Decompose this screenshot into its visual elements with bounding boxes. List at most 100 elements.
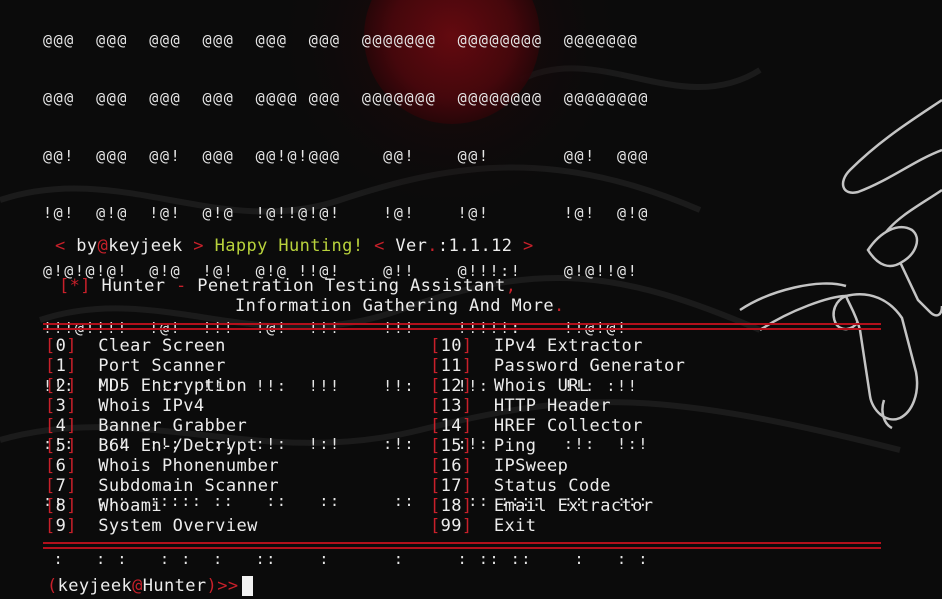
menu-item-label: Whoami xyxy=(98,496,163,516)
menu-item-number: 16 xyxy=(440,456,462,476)
menu-item-label: Whois Phonenumber xyxy=(98,456,279,476)
menu-item-number: 18 xyxy=(440,496,462,516)
info-gt: > xyxy=(193,236,204,256)
menu-item[interactable]: [18] Email Extractor xyxy=(430,496,653,516)
menu-bracket-close: ] xyxy=(461,336,473,356)
menu-item-label: Password Generator xyxy=(493,356,686,376)
menu-item-label: Subdomain Scanner xyxy=(98,476,279,496)
menu-item[interactable]: [13] HTTP Header xyxy=(430,396,611,416)
menu-bracket-open: [ xyxy=(45,396,56,416)
menu-item[interactable]: [17] Status Code xyxy=(430,476,611,496)
menu-bracket-open: [ xyxy=(430,496,441,516)
version-colon: : xyxy=(437,236,449,256)
menu-item[interactable]: [11] Password Generator xyxy=(430,356,685,376)
menu-bracket-close: ] xyxy=(461,416,473,436)
prompt-close: ) xyxy=(206,576,218,596)
menu-item[interactable]: [16] IPSweep xyxy=(430,456,568,476)
menu-item[interactable]: [15] Ping xyxy=(430,436,536,456)
app-title: [*] Hunter - Penetration Testing Assista… xyxy=(59,276,516,296)
author-name: keyjeek xyxy=(108,236,183,256)
menu-item-number: 1 xyxy=(55,356,67,376)
version-number: 1.1.12 xyxy=(448,236,513,256)
menu-item-number: 3 xyxy=(55,396,67,416)
menu-bracket-open: [ xyxy=(45,476,56,496)
menu-item-number: 9 xyxy=(55,516,67,536)
menu-item[interactable]: [99] Exit xyxy=(430,516,536,536)
menu-item-label: MD5 Encryption xyxy=(98,376,248,396)
prompt-arrows: >> xyxy=(217,576,239,596)
menu-bracket-close: ] xyxy=(461,516,473,536)
menu-item-number: 8 xyxy=(55,496,67,516)
banner-line: @@@ @@@ @@@ @@@ @@@@ @@@ @@@@@@@ @@@@@@@… xyxy=(43,89,649,108)
menu-bracket-close: ] xyxy=(66,356,77,376)
info-lt-2: < xyxy=(374,236,385,256)
title-dash: - xyxy=(176,276,187,296)
menu-item-number: 10 xyxy=(440,336,462,356)
menu-bracket-close: ] xyxy=(461,376,473,396)
menu-bracket-close: ] xyxy=(66,476,77,496)
menu-bracket-close: ] xyxy=(66,496,77,516)
title-marker: [*] xyxy=(59,276,91,296)
menu-item[interactable]: [14] HREF Collector xyxy=(430,416,643,436)
menu-item-label: HREF Collector xyxy=(493,416,643,436)
menu-item-number: 7 xyxy=(55,476,67,496)
command-prompt[interactable]: (keyjeek@Hunter)>> xyxy=(47,576,254,596)
menu-item-number: 4 xyxy=(55,416,67,436)
prompt-user: keyjeek xyxy=(57,576,133,596)
menu-bracket-open: [ xyxy=(45,436,56,456)
tagline: Happy Hunting! xyxy=(214,236,364,256)
menu-item[interactable]: [1] Port Scanner xyxy=(45,356,226,376)
menu-bracket-open: [ xyxy=(430,376,441,396)
title-name: Hunter xyxy=(101,276,166,296)
menu-item-number: 15 xyxy=(440,436,462,456)
menu-item[interactable]: [12] Whois URL xyxy=(430,376,590,396)
menu-bracket-open: [ xyxy=(45,496,56,516)
menu-bracket-close: ] xyxy=(66,516,77,536)
menu-item[interactable]: [8] Whoami xyxy=(45,496,162,516)
menu-item-label: Exit xyxy=(493,516,537,536)
menu-item-number: 17 xyxy=(440,476,462,496)
menu-item[interactable]: [2] MD5 Encryption xyxy=(45,376,247,396)
prompt-at: @ xyxy=(132,576,143,596)
menu-item[interactable]: [3] Whois IPv4 xyxy=(45,396,205,416)
menu-item[interactable]: [10] IPv4 Extractor xyxy=(430,336,643,356)
menu-item-label: Status Code xyxy=(493,476,611,496)
menu-item-number: 99 xyxy=(440,516,462,536)
menu-bracket-close: ] xyxy=(66,436,77,456)
menu-item[interactable]: [7] Subdomain Scanner xyxy=(45,476,279,496)
menu-bracket-close: ] xyxy=(66,416,77,436)
separator-bottom xyxy=(43,542,881,549)
prompt-host: Hunter xyxy=(142,576,207,596)
separator-top xyxy=(43,323,881,330)
menu-item[interactable]: [0] Clear Screen xyxy=(45,336,226,356)
menu-bracket-close: ] xyxy=(66,396,77,416)
info-line: < by@keyjeek > Happy Hunting! < Ver.:1.1… xyxy=(55,236,534,256)
menu-item-label: Whois IPv4 xyxy=(98,396,205,416)
menu-item-label: IPSweep xyxy=(493,456,569,476)
menu-bracket-open: [ xyxy=(430,476,441,496)
menu-bracket-open: [ xyxy=(430,336,441,356)
menu-bracket-open: [ xyxy=(430,456,441,476)
info-gt-2: > xyxy=(523,236,534,256)
text-cursor[interactable] xyxy=(242,576,254,596)
menu-item[interactable]: [5] B64 En-/Decrypt xyxy=(45,436,258,456)
version-dot: . xyxy=(427,236,438,256)
menu-item-label: System Overview xyxy=(98,516,258,536)
menu-item-label: Clear Screen xyxy=(98,336,226,356)
menu-bracket-close: ] xyxy=(461,496,473,516)
menu-item[interactable]: [4] Banner Grabber xyxy=(45,416,247,436)
banner-line: @@! @@@ @@! @@@ @@!@!@@@ @@! @@! @@! @@@ xyxy=(43,146,649,165)
title-line1: Penetration Testing Assistant xyxy=(197,276,506,296)
menu-bracket-open: [ xyxy=(45,376,56,396)
menu-item[interactable]: [9] System Overview xyxy=(45,516,258,536)
menu-bracket-open: [ xyxy=(430,416,441,436)
app-subtitle: Information Gathering And More. xyxy=(235,296,565,316)
banner-line: : : : : : : :: : : : :: :: : : : xyxy=(43,549,649,568)
menu-item-label: Email Extractor xyxy=(493,496,654,516)
menu-item-number: 2 xyxy=(55,376,67,396)
menu-item-label: HTTP Header xyxy=(493,396,611,416)
menu-bracket-open: [ xyxy=(45,336,56,356)
banner-line: !@! @!@ !@! @!@ !@!!@!@! !@! !@! !@! @!@ xyxy=(43,204,649,223)
menu-bracket-close: ] xyxy=(461,456,473,476)
menu-item[interactable]: [6] Whois Phonenumber xyxy=(45,456,279,476)
